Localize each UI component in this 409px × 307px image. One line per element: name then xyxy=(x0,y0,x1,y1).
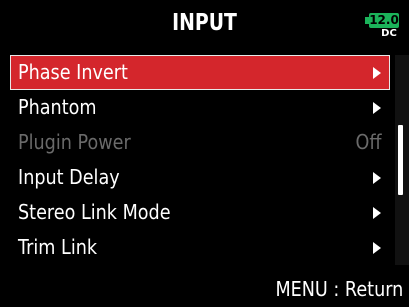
menu-item-label: Phantom xyxy=(18,95,97,119)
menu-item-label: Input Delay xyxy=(18,165,120,189)
menu-item-value: Off xyxy=(356,130,382,154)
chevron-right-icon xyxy=(373,242,381,254)
chevron-right-icon xyxy=(373,102,381,114)
battery-icon: 12.0 DC xyxy=(365,13,401,43)
header: INPUT 12.0 DC xyxy=(0,0,409,48)
menu-item-phantom[interactable]: Phantom xyxy=(10,90,390,125)
screen-title: INPUT xyxy=(172,10,237,36)
menu-item-label: Phase Invert xyxy=(18,60,128,84)
chevron-right-icon xyxy=(373,67,381,79)
menu-item-label: Stereo Link Mode xyxy=(18,200,171,224)
power-source-label: DC xyxy=(381,28,397,39)
battery-level: 12.0 xyxy=(369,13,399,28)
menu-item-trim-link[interactable]: Trim Link xyxy=(10,230,390,265)
menu-item-input-delay[interactable]: Input Delay xyxy=(10,160,390,195)
menu-item-label: Trim Link xyxy=(18,235,98,259)
chevron-right-icon xyxy=(373,207,381,219)
input-menu-list: Phase Invert Phantom Plugin Power Off In… xyxy=(10,55,390,265)
menu-item-stereo-link-mode[interactable]: Stereo Link Mode xyxy=(10,195,390,230)
device-screen: INPUT 12.0 DC Phase Invert Phantom Plugi… xyxy=(0,0,409,307)
scrollbar-thumb[interactable] xyxy=(398,125,403,195)
scrollbar[interactable] xyxy=(395,55,409,265)
menu-item-plugin-power: Plugin Power Off xyxy=(10,125,390,160)
menu-item-label: Plugin Power xyxy=(18,130,131,154)
footer-hint: MENU : Return xyxy=(275,277,403,301)
chevron-right-icon xyxy=(373,172,381,184)
menu-item-phase-invert[interactable]: Phase Invert xyxy=(10,55,390,90)
